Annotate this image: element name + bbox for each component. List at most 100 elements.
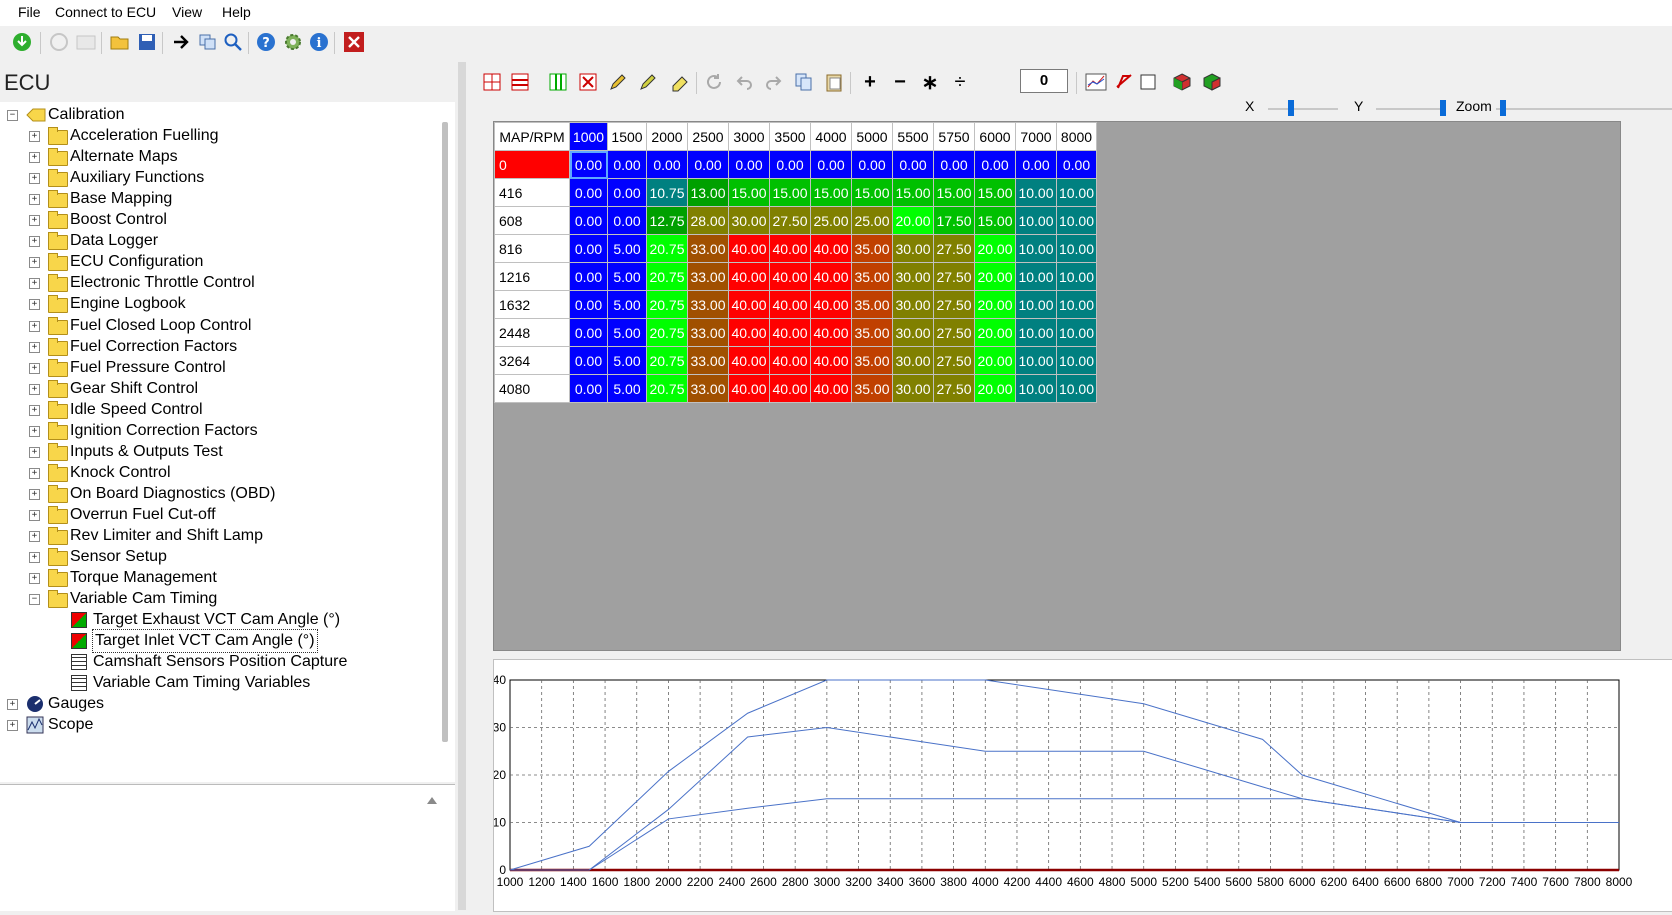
tree-item[interactable]: + Idle Speed Control: [0, 399, 437, 421]
table-cell[interactable]: 27.50: [933, 374, 975, 403]
collapse-icon[interactable]: −: [29, 594, 40, 606]
table-cell[interactable]: 40.00: [728, 234, 770, 263]
table-cell[interactable]: 27.50: [933, 318, 975, 347]
row-header[interactable]: 3264: [494, 346, 570, 375]
table-cell[interactable]: 10.00: [1056, 290, 1097, 319]
expand-icon[interactable]: +: [29, 152, 40, 164]
table-cell[interactable]: 10.00: [1056, 262, 1097, 291]
tree-item[interactable]: + Gauges: [0, 693, 437, 715]
table-cell[interactable]: 20.00: [974, 346, 1016, 375]
tree-item[interactable]: Target Exhaust VCT Cam Angle (°): [0, 609, 437, 631]
table-cell[interactable]: 15.00: [974, 206, 1016, 235]
column-header[interactable]: 3000: [728, 122, 770, 151]
undo-icon[interactable]: [732, 70, 756, 94]
calibration-map-table[interactable]: MAP/RPM 1000 1500 2000 2500 3000 3500 4000 5000 5…: [494, 122, 1097, 403]
x-slider-thumb[interactable]: [1288, 100, 1294, 116]
expand-icon[interactable]: +: [29, 467, 40, 479]
expand-icon[interactable]: +: [29, 257, 40, 269]
expand-icon[interactable]: +: [29, 488, 40, 500]
image-icon[interactable]: [75, 31, 97, 53]
table-cell[interactable]: 10.00: [1015, 374, 1057, 403]
table-cell[interactable]: 30.00: [892, 374, 934, 403]
table-cell[interactable]: 5.00: [607, 346, 647, 375]
table-cell[interactable]: 40.00: [728, 262, 770, 291]
expand-icon[interactable]: +: [7, 699, 18, 711]
table-cell[interactable]: 33.00: [687, 262, 729, 291]
tree-scrollbar[interactable]: [437, 102, 455, 782]
interpolate-pencil-icon[interactable]: [636, 70, 660, 94]
search-icon[interactable]: [222, 31, 244, 53]
row-header[interactable]: 1632: [494, 290, 570, 319]
connect-icon[interactable]: [11, 31, 33, 53]
redo-icon[interactable]: [762, 70, 786, 94]
table-cell[interactable]: 40.00: [728, 290, 770, 319]
eraser-icon[interactable]: [668, 70, 692, 94]
tree-item[interactable]: + Sensor Setup: [0, 546, 437, 568]
table-cell[interactable]: 10.00: [1056, 318, 1097, 347]
tree-item[interactable]: + Scope: [0, 714, 437, 736]
table-cell[interactable]: 0.00: [687, 150, 729, 179]
expand-icon[interactable]: +: [29, 531, 40, 542]
table-cell[interactable]: 20.75: [646, 290, 688, 319]
info-icon[interactable]: i: [308, 31, 330, 53]
expand-icon[interactable]: +: [29, 362, 40, 374]
table-cell[interactable]: 40.00: [810, 290, 852, 319]
panel-splitter[interactable]: [458, 62, 466, 910]
copy-icon[interactable]: [792, 70, 816, 94]
tree-item[interactable]: + Alternate Maps: [0, 146, 437, 168]
table-cell[interactable]: 20.00: [974, 374, 1016, 403]
table-cell[interactable]: 10.00: [1015, 318, 1057, 347]
show-graph-checkbox[interactable]: [1136, 70, 1160, 94]
table-cell[interactable]: 10.00: [1015, 206, 1057, 235]
table-cell[interactable]: 10.00: [1015, 262, 1057, 291]
table-cell[interactable]: 0.00: [728, 150, 770, 179]
table-cell[interactable]: 35.00: [851, 374, 893, 403]
table-cell[interactable]: 20.75: [646, 262, 688, 291]
column-header[interactable]: 6000: [974, 122, 1016, 151]
close-icon[interactable]: [343, 31, 365, 53]
table-cell[interactable]: 0.00: [769, 150, 811, 179]
tree-item[interactable]: + Fuel Correction Factors: [0, 336, 437, 358]
table-cell[interactable]: 10.00: [1015, 234, 1057, 263]
expand-icon[interactable]: +: [29, 341, 40, 353]
table-cell[interactable]: 40.00: [810, 234, 852, 263]
tree-item[interactable]: + Engine Logbook: [0, 293, 437, 315]
table-cell[interactable]: 28.00: [687, 206, 729, 235]
table-cell[interactable]: 5.00: [607, 374, 647, 403]
save-icon[interactable]: [136, 31, 158, 53]
tree-item[interactable]: − Calibration: [0, 104, 437, 126]
table-cell[interactable]: 0.00: [1056, 150, 1097, 179]
table-cell[interactable]: 40.00: [769, 234, 811, 263]
graph-view-icon[interactable]: [1084, 70, 1108, 94]
column-header[interactable]: 5500: [892, 122, 934, 151]
table-cell[interactable]: 10.00: [1015, 178, 1057, 207]
table-cell[interactable]: 20.75: [646, 318, 688, 347]
table-cell[interactable]: 35.00: [851, 234, 893, 263]
tree-item[interactable]: + Torque Management: [0, 567, 437, 589]
table-cell[interactable]: 0.00: [607, 150, 647, 179]
row-header[interactable]: 816: [494, 234, 570, 263]
menu-help[interactable]: Help: [222, 4, 251, 20]
expand-icon[interactable]: +: [29, 552, 40, 564]
row-header[interactable]: 0: [494, 150, 570, 179]
table-cell[interactable]: 27.50: [933, 234, 975, 263]
column-header[interactable]: 5750: [933, 122, 975, 151]
expand-icon[interactable]: +: [29, 299, 40, 311]
table-cell[interactable]: 35.00: [851, 290, 893, 319]
expand-icon[interactable]: +: [29, 215, 40, 227]
menu-file[interactable]: File: [18, 4, 41, 20]
table-cell[interactable]: 12.75: [646, 206, 688, 235]
table-cell[interactable]: 0.00: [646, 150, 688, 179]
column-header[interactable]: 8000: [1056, 122, 1097, 151]
table-cell[interactable]: 35.00: [851, 318, 893, 347]
table-cell[interactable]: 40.00: [728, 374, 770, 403]
table-cell[interactable]: 10.00: [1056, 206, 1097, 235]
table-cell[interactable]: 40.00: [769, 318, 811, 347]
table-cell[interactable]: 20.00: [974, 290, 1016, 319]
table-cell[interactable]: 10.00: [1015, 346, 1057, 375]
calibration-tree[interactable]: − Calibration + Acceleration Fuelling + Alter…: [0, 102, 437, 782]
table-cell[interactable]: 0.00: [1015, 150, 1057, 179]
3d-view-icon[interactable]: [1170, 70, 1194, 94]
clear-graph-icon[interactable]: [1112, 70, 1136, 94]
table-cell[interactable]: 0.00: [569, 346, 608, 375]
